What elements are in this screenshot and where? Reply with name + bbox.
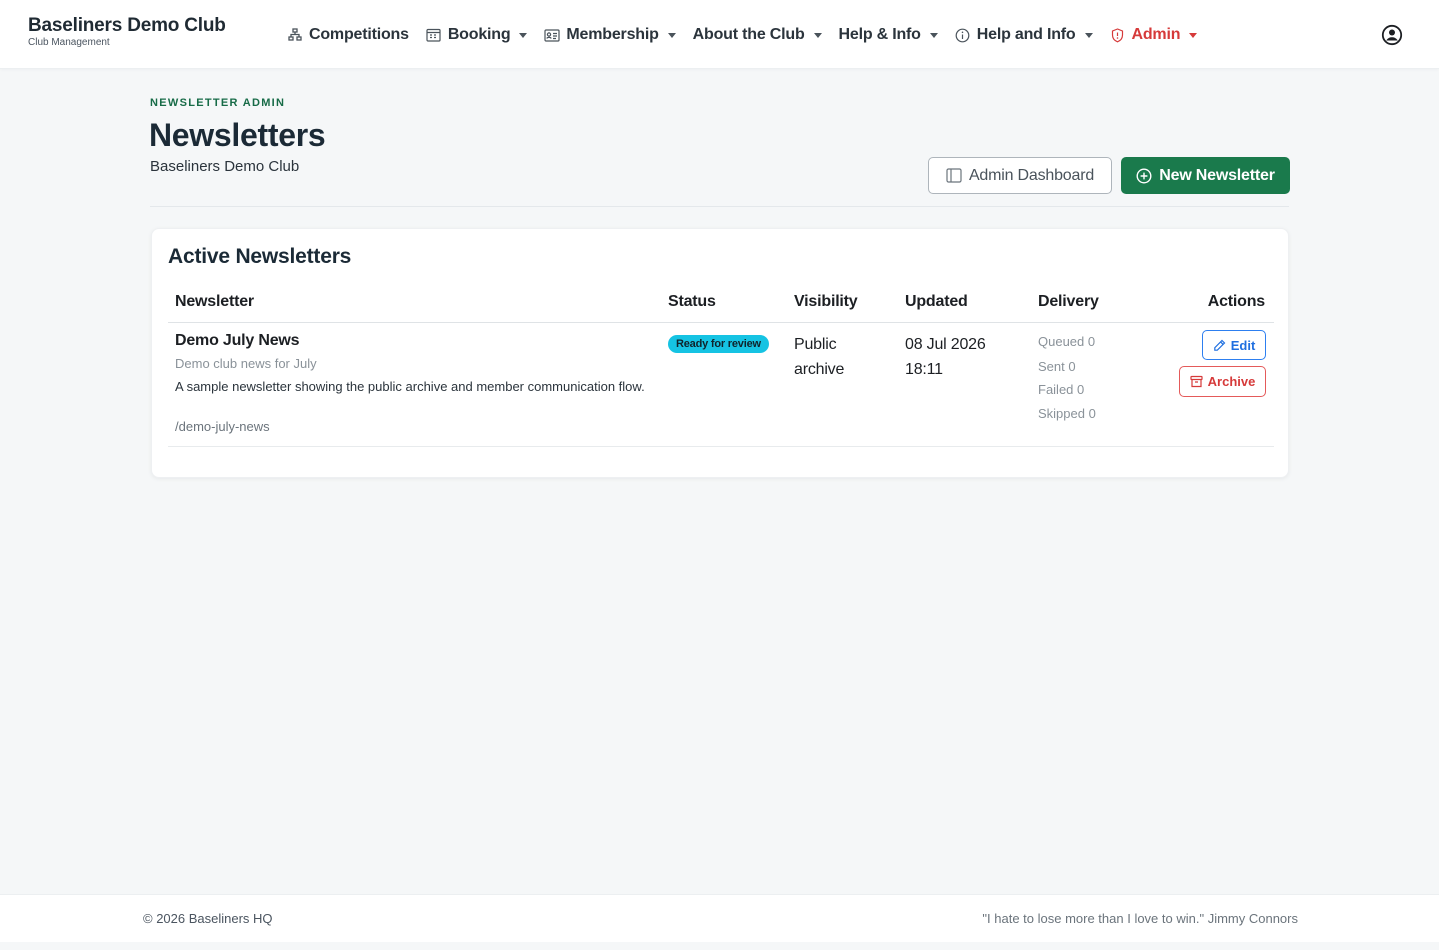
top-navbar: Baseliners Demo Club Club Management Com… xyxy=(0,0,1439,69)
newsletter-description: A sample newsletter showing the public a… xyxy=(175,379,645,394)
nav-help-info[interactable]: Help & Info xyxy=(839,26,938,44)
updated-value: 08 Jul 2026 18:11 xyxy=(905,332,1005,382)
nav-membership[interactable]: Membership xyxy=(544,26,676,44)
nav-membership-label: Membership xyxy=(566,26,659,43)
column-header-status: Status xyxy=(668,293,716,310)
new-newsletter-button[interactable]: New Newsletter xyxy=(1121,157,1290,194)
user-circle-icon[interactable] xyxy=(1381,24,1403,46)
chevron-down-icon xyxy=(929,32,938,38)
sidebar-icon xyxy=(946,168,962,184)
footer-copyright: © 2026 Baseliners HQ xyxy=(143,911,273,926)
admin-dashboard-button[interactable]: Admin Dashboard xyxy=(928,157,1112,194)
brand[interactable]: Baseliners Demo Club Club Management xyxy=(28,15,226,48)
archive-button[interactable]: Archive xyxy=(1179,366,1266,397)
column-header-newsletter: Newsletter xyxy=(175,293,254,310)
id-card-icon xyxy=(544,27,561,43)
status-badge: Ready for review xyxy=(668,335,769,353)
visibility-value: Public archive xyxy=(794,336,845,378)
new-newsletter-label: New Newsletter xyxy=(1159,166,1275,184)
chevron-down-icon xyxy=(667,32,676,38)
chevron-down-icon xyxy=(813,32,822,38)
nav-about-label: About the Club xyxy=(692,26,805,43)
pencil-icon xyxy=(1213,339,1226,352)
nav-competitions-label: Competitions xyxy=(309,26,409,43)
column-header-updated: Updated xyxy=(905,293,968,310)
card-title: Active Newsletters xyxy=(168,245,352,268)
edit-label: Edit xyxy=(1230,337,1256,353)
page-footer: © 2026 Baseliners HQ "I hate to lose mor… xyxy=(0,894,1439,942)
main-nav: Competitions Booking Membership About th… xyxy=(287,24,1214,46)
nav-admin-label: Admin xyxy=(1131,26,1181,43)
edit-button[interactable]: Edit xyxy=(1202,330,1266,360)
header-divider xyxy=(150,206,1289,207)
delivery-queued: Queued 0 xyxy=(1038,334,1096,349)
page-title: Newsletters xyxy=(149,117,326,153)
bracket-icon xyxy=(287,27,303,43)
brand-name[interactable]: Baseliners Demo Club xyxy=(28,15,226,37)
page-eyebrow: NEWSLETTER ADMIN xyxy=(150,97,286,109)
shield-icon xyxy=(1110,27,1126,43)
nav-help-info-label: Help & Info xyxy=(838,26,921,43)
active-newsletters-card: Active Newsletters Newsletter Status Vis… xyxy=(151,228,1289,478)
brand-subtitle: Club Management xyxy=(28,37,110,48)
newsletter-subtitle: Demo club news for July xyxy=(175,356,317,371)
chevron-down-icon xyxy=(1189,32,1198,38)
delivery-sent: Sent 0 xyxy=(1038,359,1076,374)
chevron-down-icon xyxy=(1084,32,1093,38)
chevron-down-icon xyxy=(519,32,528,38)
info-circle-icon xyxy=(955,27,971,43)
nav-admin[interactable]: Admin xyxy=(1110,26,1198,44)
nav-help-and-info[interactable]: Help and Info xyxy=(955,26,1093,44)
updated-time: 18:11 xyxy=(905,361,943,378)
nav-competitions[interactable]: Competitions xyxy=(287,26,409,44)
column-header-actions: Actions xyxy=(1207,293,1265,310)
delivery-failed: Failed 0 xyxy=(1038,382,1085,397)
row-divider xyxy=(168,446,1274,447)
delivery-skipped: Skipped 0 xyxy=(1038,406,1096,421)
nav-booking[interactable]: Booking xyxy=(426,26,528,44)
nav-help-and-info-label: Help and Info xyxy=(976,26,1076,43)
nav-booking-label: Booking xyxy=(447,26,511,43)
newsletter-title: Demo July News xyxy=(175,332,300,349)
calendar-icon xyxy=(426,27,442,43)
archive-label: Archive xyxy=(1207,374,1256,389)
footer-quote: "I hate to lose more than I love to win.… xyxy=(982,911,1298,926)
column-header-delivery: Delivery xyxy=(1038,293,1099,310)
archive-box-icon xyxy=(1190,375,1203,388)
header-row-divider xyxy=(168,322,1274,323)
plus-circle-icon xyxy=(1136,167,1152,184)
updated-date: 08 Jul 2026 xyxy=(905,336,986,353)
column-header-visibility: Visibility xyxy=(794,293,858,310)
newsletter-slug: /demo-july-news xyxy=(175,419,270,434)
nav-about[interactable]: About the Club xyxy=(693,26,822,44)
admin-dashboard-label: Admin Dashboard xyxy=(968,166,1095,184)
page-subtitle: Baseliners Demo Club xyxy=(150,158,300,175)
